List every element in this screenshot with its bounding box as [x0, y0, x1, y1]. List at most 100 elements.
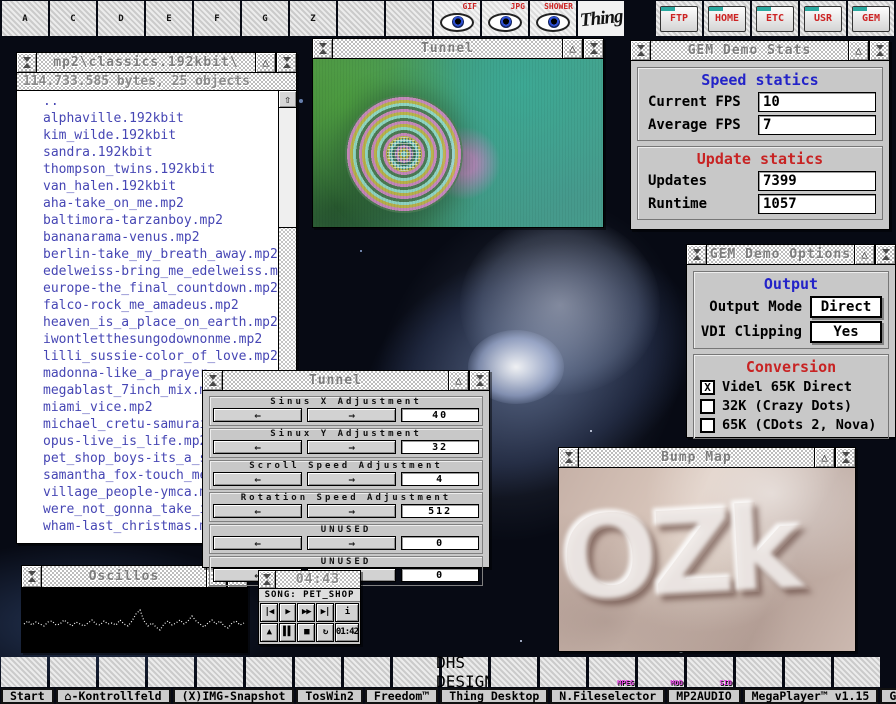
tunnel-view-title[interactable]: Tunnel	[333, 39, 563, 58]
player-button[interactable]: |◀	[260, 603, 278, 622]
image-viewer-eye-icon[interactable]: JPG	[482, 1, 528, 36]
player-button[interactable]: ↻	[316, 623, 334, 642]
file-list-item[interactable]: ..	[17, 93, 278, 110]
options-title[interactable]: GEM Demo Options	[707, 245, 855, 264]
option-value-button[interactable]: Yes	[810, 321, 882, 343]
close-icon[interactable]	[22, 566, 42, 587]
taskbar-app-icon[interactable]	[295, 657, 341, 687]
player-button[interactable]: ■	[297, 623, 315, 642]
taskbar-tab[interactable]: (X)IMG-Snapshot	[173, 688, 295, 704]
taskbar-app-icon[interactable]	[246, 657, 292, 687]
sizer-icon[interactable]	[276, 53, 296, 72]
file-list-item[interactable]: europe-the_final_countdown.mp2	[17, 280, 278, 297]
bump-map-title[interactable]: Bump Map	[579, 448, 815, 467]
player-button[interactable]: i	[335, 603, 359, 622]
taskbar-tab[interactable]: Start	[1, 688, 54, 704]
drive-icon[interactable]: F	[194, 1, 240, 36]
file-list-item[interactable]: edelweiss-bring_me_edelweiss.mp2	[17, 263, 278, 280]
taskbar-app-icon[interactable]	[785, 657, 831, 687]
drive-icon[interactable]: D	[98, 1, 144, 36]
scrollbar-thumb[interactable]	[279, 108, 296, 228]
drive-icon[interactable]: E	[146, 1, 192, 36]
decrease-button[interactable]: ←	[213, 504, 302, 518]
taskbar-app-icon[interactable]: MOD	[638, 657, 684, 687]
file-list-item[interactable]: bananarama-venus.mp2	[17, 229, 278, 246]
image-viewer-eye-icon[interactable]: GIF	[434, 1, 480, 36]
conversion-option-row[interactable]: 65K (CDots 2, Nova)	[700, 417, 882, 433]
fuller-icon[interactable]: △	[449, 371, 469, 390]
oscillos-title[interactable]: Oscillos	[42, 566, 207, 587]
file-list-item[interactable]: baltimora-tarzanboy.mp2	[17, 212, 278, 229]
taskbar-app-icon[interactable]	[99, 657, 145, 687]
decrease-button[interactable]: ←	[213, 440, 302, 454]
conversion-option-row[interactable]: X Videl 65K Direct	[700, 379, 882, 395]
close-icon[interactable]	[313, 39, 333, 58]
increase-button[interactable]: →	[307, 472, 396, 486]
player-button[interactable]: ▶▶	[297, 603, 315, 622]
taskbar-tab[interactable]: MegaPlayer™ v1.15	[743, 688, 879, 704]
file-list-item[interactable]: thompson_twins.192kbit	[17, 161, 278, 178]
taskbar-app-icon[interactable]	[393, 657, 439, 687]
drive-icon[interactable]	[338, 1, 384, 36]
checkbox-icon[interactable]	[700, 418, 715, 433]
file-list-item[interactable]: lilli_sussie-color_of_love.mp2	[17, 348, 278, 365]
taskbar-tab[interactable]: Freedom™	[365, 688, 438, 704]
close-icon[interactable]	[259, 571, 276, 588]
folder-shortcut-icon[interactable]: GEM	[848, 1, 894, 36]
fuller-icon[interactable]: △	[855, 245, 875, 264]
close-icon[interactable]	[631, 41, 651, 60]
taskbar-app-icon[interactable]	[736, 657, 782, 687]
taskbar-tab[interactable]: TosWin2	[296, 688, 362, 704]
taskbar-app-icon[interactable]: MPEG	[589, 657, 635, 687]
folder-shortcut-icon[interactable]: FTP	[656, 1, 702, 36]
sizer-icon[interactable]	[469, 371, 489, 390]
file-list-item[interactable]: kim_wilde.192kbit	[17, 127, 278, 144]
file-list-item[interactable]: berlin-take_my_breath_away.mp2	[17, 246, 278, 263]
folder-shortcut-icon[interactable]: HOME	[704, 1, 750, 36]
taskbar-app-icon[interactable]	[344, 657, 390, 687]
tunnel-controls-title[interactable]: Tunnel	[223, 371, 449, 390]
fuller-icon[interactable]: △	[563, 39, 583, 58]
fuller-icon[interactable]: △	[815, 448, 835, 467]
file-window-title[interactable]: mp2\classics.192kbit\	[37, 53, 256, 72]
increase-button[interactable]: →	[307, 504, 396, 518]
player-button[interactable]: ▶|	[316, 603, 334, 622]
increase-button[interactable]: →	[307, 536, 396, 550]
file-list-item[interactable]: alphaville.192kbit	[17, 110, 278, 127]
player-button[interactable]: 01:42	[335, 623, 359, 642]
player-button[interactable]: ▶	[279, 603, 297, 622]
drive-icon[interactable]	[386, 1, 432, 36]
taskbar-app-icon[interactable]: SID	[687, 657, 733, 687]
option-value-button[interactable]: Direct	[810, 296, 882, 318]
player-button[interactable]: ▲	[260, 623, 278, 642]
file-list-item[interactable]: van_halen.192kbit	[17, 178, 278, 195]
taskbar-app-icon[interactable]	[197, 657, 243, 687]
folder-shortcut-icon[interactable]: USR	[800, 1, 846, 36]
taskbar-app-icon[interactable]	[50, 657, 96, 687]
decrease-button[interactable]: ←	[213, 408, 302, 422]
increase-button[interactable]: →	[307, 408, 396, 422]
decrease-button[interactable]: ←	[213, 472, 302, 486]
taskbar-app-icon[interactable]	[540, 657, 586, 687]
checkbox-icon[interactable]: X	[700, 380, 715, 395]
taskbar-tab[interactable]: ⌂-Kontrollfeld	[56, 688, 171, 704]
taskbar-app-icon[interactable]	[834, 657, 880, 687]
file-list-item[interactable]: heaven_is_a_place_on_earth.mp2	[17, 314, 278, 331]
close-icon[interactable]	[687, 245, 707, 264]
taskbar-app-icon[interactable]	[148, 657, 194, 687]
sizer-icon[interactable]	[875, 245, 895, 264]
increase-button[interactable]: →	[307, 440, 396, 454]
taskbar-tab[interactable]: MP2AUDIO	[667, 688, 740, 704]
drive-icon[interactable]: G	[242, 1, 288, 36]
close-icon[interactable]	[17, 53, 37, 72]
conversion-option-row[interactable]: 32K (Crazy Dots)	[700, 398, 882, 414]
sizer-icon[interactable]	[869, 41, 889, 60]
taskbar-app-icon[interactable]	[491, 657, 537, 687]
drive-icon[interactable]: A	[2, 1, 48, 36]
folder-shortcut-icon[interactable]: ETC	[752, 1, 798, 36]
taskbar-tab[interactable]: GEM Demo v0.1	[880, 688, 896, 704]
image-viewer-eye-icon[interactable]: SHOWER	[530, 1, 576, 36]
file-list-item[interactable]: falco-rock_me_amadeus.mp2	[17, 297, 278, 314]
taskbar-app-icon[interactable]: DHS DESIGN	[442, 657, 488, 687]
taskbar-tab[interactable]: N.Fileselector	[550, 688, 665, 704]
